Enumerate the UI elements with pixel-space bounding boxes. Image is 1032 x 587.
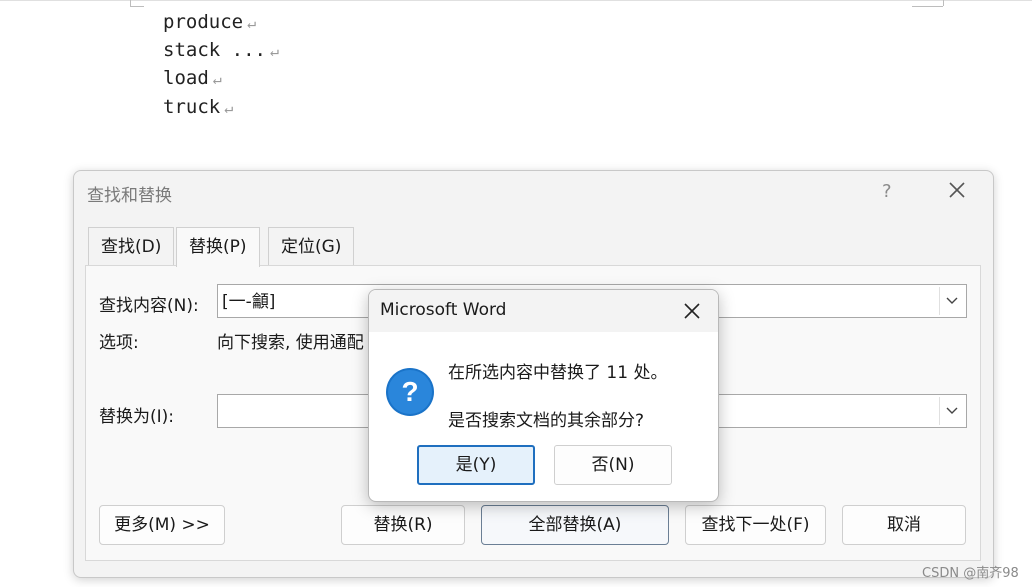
document-line-text: truck bbox=[163, 96, 221, 118]
chevron-down-icon bbox=[946, 407, 958, 414]
document-line[interactable]: truck ↵ bbox=[163, 96, 233, 118]
document-line[interactable]: load ↵ bbox=[163, 67, 222, 89]
replace-button[interactable]: 替换(R) bbox=[341, 505, 465, 545]
replace-dropdown-button[interactable] bbox=[939, 397, 964, 425]
document-line-text: load bbox=[163, 67, 209, 89]
chevron-down-icon bbox=[946, 297, 958, 304]
replace-with-label: 替换为(I): bbox=[99, 407, 175, 427]
find-what-value: [一-龥] bbox=[222, 292, 276, 312]
paragraph-mark-icon: ↵ bbox=[224, 99, 234, 117]
document-line[interactable]: stack ... ↵ bbox=[163, 39, 279, 61]
paragraph-mark-icon: ↵ bbox=[212, 70, 222, 88]
svg-text:?: ? bbox=[401, 376, 418, 407]
message-line-1: 在所选内容中替换了 11 处。 bbox=[448, 363, 668, 383]
no-button[interactable]: 否(N) bbox=[554, 445, 672, 485]
options-value: 向下搜索, 使用通配 bbox=[217, 333, 364, 353]
paragraph-mark-icon: ↵ bbox=[247, 14, 257, 32]
cancel-button[interactable]: 取消 bbox=[842, 505, 966, 545]
page-margin-mark-right bbox=[943, 0, 944, 6]
find-dropdown-button[interactable] bbox=[939, 287, 964, 315]
document-line-text: produce bbox=[163, 11, 244, 33]
word-message-box: Microsoft Word ? 在所选内容中替换了 11 处。 是否搜索文档的… bbox=[368, 289, 719, 502]
yes-button[interactable]: 是(Y) bbox=[417, 445, 535, 485]
tab-goto[interactable]: 定位(G) bbox=[268, 227, 355, 266]
paragraph-mark-icon: ↵ bbox=[269, 42, 279, 60]
watermark: CSDN @南齐98 bbox=[922, 566, 1019, 581]
page-margin-mark-left-h bbox=[130, 6, 144, 7]
close-icon[interactable] bbox=[946, 179, 968, 201]
document-line-text: stack ... bbox=[163, 39, 266, 61]
question-icon: ? bbox=[386, 368, 434, 416]
dialog-title: 查找和替换 bbox=[87, 186, 172, 206]
find-next-button[interactable]: 查找下一处(F) bbox=[685, 505, 826, 545]
document-line[interactable]: produce ↵ bbox=[163, 11, 256, 33]
replace-all-button[interactable]: 全部替换(A) bbox=[481, 505, 669, 545]
tab-find[interactable]: 查找(D) bbox=[88, 227, 175, 266]
more-button[interactable]: 更多(M) >> bbox=[99, 505, 225, 545]
options-label: 选项: bbox=[99, 333, 139, 353]
message-box-title: Microsoft Word bbox=[380, 300, 507, 320]
message-line-2: 是否搜索文档的其余部分? bbox=[448, 411, 645, 431]
tab-replace[interactable]: 替换(P) bbox=[176, 227, 260, 267]
close-icon[interactable] bbox=[682, 301, 702, 321]
page-margin-mark-right-h bbox=[912, 6, 943, 7]
page-top-edge bbox=[0, 0, 1032, 1]
find-what-label: 查找内容(N): bbox=[99, 296, 199, 316]
help-button[interactable]: ? bbox=[882, 181, 892, 202]
